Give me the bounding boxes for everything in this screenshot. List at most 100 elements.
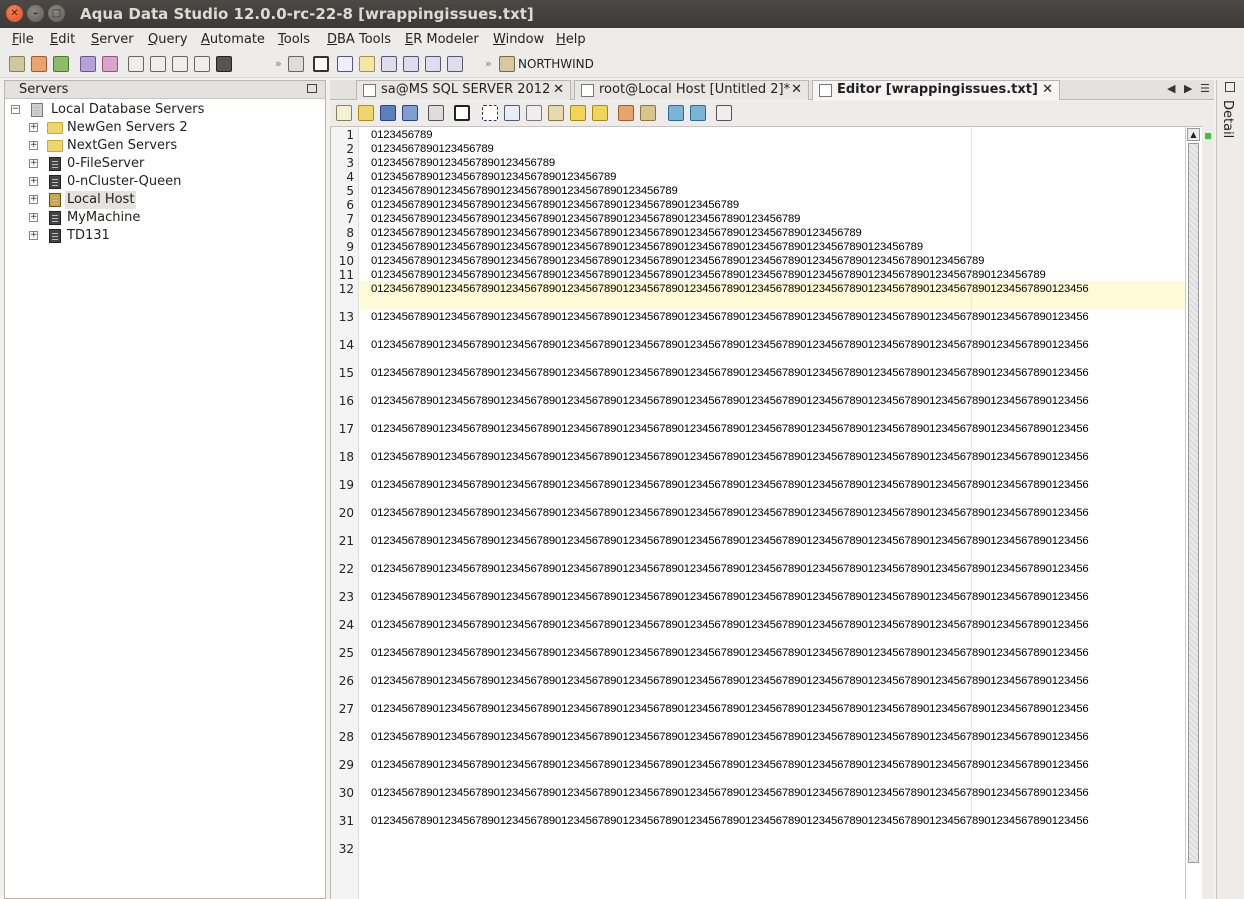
- cut-icon[interactable]: [504, 105, 520, 121]
- close-tab-icon[interactable]: ✕: [1042, 81, 1053, 99]
- menu-edit[interactable]: Edit: [50, 32, 75, 47]
- code-line[interactable]: 0123456789012345678901234567890123456789…: [371, 506, 1089, 520]
- maximize-window-button[interactable]: □: [48, 5, 65, 22]
- menu-window[interactable]: Window: [493, 32, 544, 47]
- expand-icon[interactable]: +: [29, 141, 38, 150]
- database-icon[interactable]: [499, 56, 515, 72]
- bookmark-icon[interactable]: [640, 105, 656, 121]
- detail-panel-icon[interactable]: [1225, 82, 1235, 92]
- menu-query[interactable]: Query: [148, 32, 188, 47]
- text-editor[interactable]: 1 2 3 4 5 6 7 8 9 10 11 12 13 14 15 16 17 18 19 20 21 22 23 24 2…: [330, 127, 1214, 899]
- code-line[interactable]: 0123456789012345678901234567890123456789…: [371, 758, 1089, 772]
- menu-dba-tools[interactable]: DBA Tools: [327, 32, 391, 47]
- expand-icon[interactable]: +: [29, 213, 38, 222]
- tab-scroll-right-icon[interactable]: ▶: [1184, 82, 1192, 95]
- server-permissions-icon[interactable]: [102, 56, 118, 72]
- tree-item[interactable]: + Local Host: [29, 191, 309, 209]
- tree-item[interactable]: + 0-FileServer: [29, 155, 309, 173]
- code-line[interactable]: 0123456789012345678901234567890123456789: [371, 170, 616, 184]
- collapse-icon[interactable]: −: [11, 105, 20, 114]
- editor-content[interactable]: 0123456789 01234567890123456789 0123456789…: [371, 127, 1185, 899]
- menu-help[interactable]: Help: [556, 32, 586, 47]
- expand-icon[interactable]: +: [29, 231, 38, 240]
- restore-panel-icon[interactable]: [307, 84, 317, 93]
- notes-icon[interactable]: [359, 56, 375, 72]
- query-history-icon[interactable]: [194, 56, 210, 72]
- query-builder-icon[interactable]: [172, 56, 188, 72]
- close-tab-icon[interactable]: ✕: [791, 81, 802, 99]
- menu-automate[interactable]: Automate: [201, 32, 265, 47]
- tab-local-host[interactable]: root@Local Host [Untitled 2]* ✕: [574, 80, 809, 100]
- code-line[interactable]: 0123456789012345678901234567890123456789…: [371, 814, 1089, 828]
- save-as-icon[interactable]: [402, 105, 418, 121]
- code-line[interactable]: 0123456789012345678901234567890123456789…: [371, 240, 923, 254]
- server-register-icon[interactable]: [31, 56, 47, 72]
- redo-icon[interactable]: [592, 105, 608, 121]
- tab-editor-wrappingissues[interactable]: Editor [wrappingissues.txt] ✕: [812, 80, 1060, 100]
- new-connection-icon[interactable]: [9, 56, 25, 72]
- menu-er-modeler[interactable]: ER Modeler: [405, 32, 479, 47]
- toolbar-overflow-2-icon[interactable]: »: [485, 55, 492, 73]
- paste-icon[interactable]: [548, 105, 564, 121]
- code-line[interactable]: 0123456789012345678901234567890123456789…: [371, 646, 1089, 660]
- code-line[interactable]: 0123456789012345678901234567890123456789…: [371, 674, 1089, 688]
- code-line[interactable]: 0123456789012345678901234567890123456789…: [371, 226, 862, 240]
- copy-icon[interactable]: [526, 105, 542, 121]
- code-line[interactable]: 0123456789012345678901234567890123456789…: [371, 254, 984, 268]
- open-file-icon[interactable]: [358, 105, 374, 121]
- code-line[interactable]: 01234567890123456789: [371, 142, 494, 156]
- tree-item[interactable]: + NewGen Servers 2: [29, 119, 309, 137]
- find-icon[interactable]: [716, 105, 732, 121]
- outdent-icon[interactable]: [690, 105, 706, 121]
- tree-item[interactable]: + MyMachine: [29, 209, 309, 227]
- tab-list-icon[interactable]: ☰: [1200, 82, 1210, 95]
- code-line[interactable]: 0123456789012345678901234567890123456789…: [371, 618, 1089, 632]
- tree-item[interactable]: + NextGen Servers: [29, 137, 309, 155]
- code-line[interactable]: 0123456789012345678901234567890123456789…: [371, 212, 800, 226]
- scrollbar-thumb[interactable]: [1188, 143, 1199, 863]
- code-line[interactable]: 0123456789012345678901234567890123456789…: [371, 590, 1089, 604]
- code-line[interactable]: 0123456789012345678901234567890123456789…: [371, 422, 1089, 436]
- code-line[interactable]: 0123456789012345678901234567890123456789…: [371, 282, 1089, 296]
- code-line[interactable]: 0123456789012345678901234567890123456789…: [371, 310, 1089, 324]
- schema-browser-icon[interactable]: [288, 56, 304, 72]
- code-line[interactable]: 0123456789012345678901234567890123456789…: [371, 268, 1046, 282]
- word-wrap-icon[interactable]: [454, 105, 470, 121]
- scroll-up-icon[interactable]: ▲: [1187, 128, 1200, 141]
- code-line[interactable]: 0123456789012345678901234567890123456789…: [371, 702, 1089, 716]
- indent-icon[interactable]: [668, 105, 684, 121]
- query-window-icon[interactable]: [128, 56, 144, 72]
- expand-icon[interactable]: +: [29, 123, 38, 132]
- code-line[interactable]: 0123456789012345678901234567890123456789…: [371, 394, 1089, 408]
- connection-label[interactable]: NORTHWIND: [518, 57, 594, 71]
- code-line[interactable]: 0123456789012345678901234567890123456789…: [371, 786, 1089, 800]
- expand-icon[interactable]: +: [29, 177, 38, 186]
- code-line[interactable]: 0123456789012345678901234567890123456789…: [371, 338, 1089, 352]
- code-line[interactable]: 012345678901234567890123456789: [371, 156, 555, 170]
- select-all-icon[interactable]: [482, 105, 498, 121]
- vertical-scrollbar[interactable]: ▲: [1185, 127, 1201, 899]
- save-icon[interactable]: [380, 105, 396, 121]
- expand-icon[interactable]: +: [29, 159, 38, 168]
- code-line[interactable]: 0123456789012345678901234567890123456789…: [371, 730, 1089, 744]
- code-line[interactable]: 0123456789012345678901234567890123456789…: [371, 534, 1089, 548]
- code-line[interactable]: 0123456789012345678901234567890123456789…: [371, 366, 1089, 380]
- detail-panel[interactable]: Detail: [1216, 80, 1244, 899]
- menu-file[interactable]: File: [12, 32, 34, 47]
- print-icon[interactable]: [428, 105, 444, 121]
- tree-item[interactable]: + TD131: [29, 227, 309, 245]
- terminal-icon[interactable]: [216, 56, 232, 72]
- close-tab-icon[interactable]: ✕: [553, 81, 564, 99]
- code-line[interactable]: 0123456789012345678901234567890123456789…: [371, 478, 1089, 492]
- code-line[interactable]: 0123456789: [371, 128, 432, 142]
- form-view-icon[interactable]: [403, 56, 419, 72]
- tab-ms-sql-server[interactable]: sa@MS SQL SERVER 2012 ✕: [356, 80, 571, 100]
- minimize-window-button[interactable]: –: [27, 5, 44, 22]
- tree-root[interactable]: − Local Database Servers: [9, 101, 309, 119]
- menu-tools[interactable]: Tools: [278, 32, 310, 47]
- goto-icon[interactable]: [618, 105, 634, 121]
- list-view-icon[interactable]: [425, 56, 441, 72]
- code-line[interactable]: 0123456789012345678901234567890123456789…: [371, 450, 1089, 464]
- query-analyzer-icon[interactable]: [150, 56, 166, 72]
- server-properties-icon[interactable]: [80, 56, 96, 72]
